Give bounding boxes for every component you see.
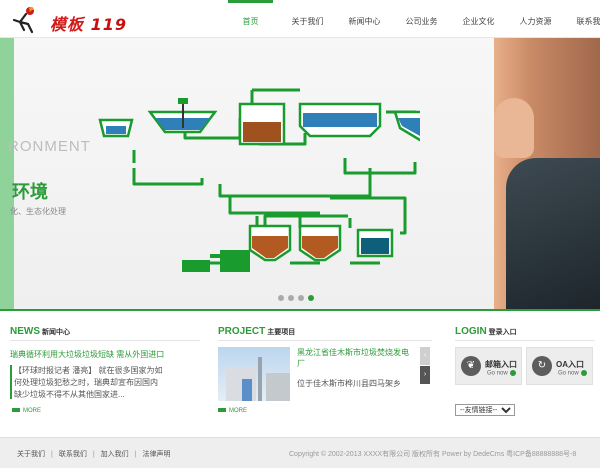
news-title-cn: 新闻中心: [42, 329, 70, 336]
news-summary: 【环球时报记者 潘亮】 就在很多国家为如何处理垃圾犯愁之时，瑞典却宣布因国内缺少…: [10, 365, 163, 399]
go-arrow-icon: [509, 370, 516, 376]
project-more-label: MORE: [229, 408, 247, 414]
nav-culture[interactable]: 企业文化: [450, 0, 507, 38]
banner-divider: [0, 309, 600, 311]
project-thumbnail[interactable]: [218, 347, 290, 401]
site-footer: 关于我们 | 联系我们 | 加入我们 | 法律声明 Copyright © 2002-201…: [0, 437, 600, 468]
site-logo[interactable]: 模板 119: [10, 6, 126, 34]
banner-title: 环境: [12, 182, 48, 203]
news-title-en: NEWS: [10, 326, 40, 337]
project-section-title: PROJECT 主要项目: [218, 326, 295, 337]
slider-dot-4[interactable]: [308, 295, 314, 301]
project-description: 位于佳木斯市桦川县四马架乡: [297, 379, 401, 388]
login-underline: [455, 340, 595, 341]
more-arrow-icon: [12, 408, 20, 413]
project-prev-button[interactable]: ‹: [420, 347, 430, 365]
hero-banner[interactable]: RONMENT 环境 化、生态化处理: [0, 38, 600, 309]
project-scroller: ‹ ›: [420, 347, 430, 384]
footer-links: 关于我们 | 联系我们 | 加入我们 | 法律声明: [17, 451, 171, 458]
fire-runner-logo-icon: [12, 6, 34, 34]
slider-dot-2[interactable]: [288, 295, 294, 301]
more-arrow-icon: [218, 408, 226, 413]
news-more-label: MORE: [23, 408, 41, 414]
oa-login-label: OA入口: [556, 360, 584, 369]
oa-go-now: Go now: [558, 370, 587, 377]
footer-link-about[interactable]: 关于我们: [17, 451, 45, 458]
banner-subtitle: 化、生态化处理: [10, 207, 66, 216]
site-header: 模板 119 首页 关于我们 新闻中心 公司业务 企业文化 人力资源 联系我们: [0, 0, 600, 38]
banner-edge: [0, 38, 14, 309]
news-section-title: NEWS 新闻中心: [10, 326, 70, 337]
footer-link-contact[interactable]: 联系我们: [59, 451, 87, 458]
nav-news[interactable]: 新闻中心: [336, 0, 393, 38]
hand-shape: [494, 98, 534, 158]
project-name-link[interactable]: 黑龙江省佳木斯市垃圾焚烧发电厂: [297, 347, 415, 369]
slider-dots: [278, 295, 314, 301]
oa-login-button[interactable]: ↻ OA入口 Go now: [526, 347, 593, 385]
project-title-cn: 主要项目: [267, 329, 296, 336]
nav-home[interactable]: 首页: [222, 0, 279, 38]
water-treatment-diagram-illustration: [98, 88, 420, 272]
banner-person-photo: [494, 38, 600, 309]
nav-contact[interactable]: 联系我们: [564, 0, 600, 38]
nav-hr[interactable]: 人力资源: [507, 0, 564, 38]
friend-links-select[interactable]: --友情链接--: [455, 404, 515, 416]
project-underline: [218, 340, 432, 341]
nav-about[interactable]: 关于我们: [279, 0, 336, 38]
refresh-icon: ↻: [532, 356, 552, 376]
news-more-link[interactable]: MORE: [12, 408, 41, 414]
footer-link-legal[interactable]: 法律声明: [142, 451, 170, 458]
login-section-title: LOGIN 登录入口: [455, 326, 517, 337]
banner-english-text: RONMENT: [8, 138, 91, 155]
go-arrow-icon: [580, 370, 587, 376]
footer-copyright: Copyright © 2002-2013 XXXX有限公司 版权所有 Powe…: [289, 451, 577, 458]
news-underline: [10, 340, 200, 341]
leaf-icon: ❦: [461, 356, 481, 376]
login-title-cn: 登录入口: [488, 329, 517, 336]
project-title-en: PROJECT: [218, 326, 266, 337]
mail-go-now: Go now: [487, 370, 516, 377]
slider-dot-3[interactable]: [298, 295, 304, 301]
logo-name: 模板: [50, 15, 85, 34]
login-title-en: LOGIN: [455, 326, 487, 337]
main-nav: 首页 关于我们 新闻中心 公司业务 企业文化 人力资源 联系我们: [222, 0, 600, 38]
slider-dot-1[interactable]: [278, 295, 284, 301]
shirt-shape: [506, 158, 600, 309]
logo-number: 119: [90, 15, 127, 34]
project-next-button[interactable]: ›: [420, 366, 430, 384]
footer-link-join[interactable]: 加入我们: [101, 451, 129, 458]
logo-text: 模板 119: [50, 11, 127, 35]
nav-business[interactable]: 公司业务: [393, 0, 450, 38]
news-headline-link[interactable]: 瑞典循环利用大垃圾垃圾短缺 需从外国进口: [10, 349, 164, 360]
mail-login-label: 邮箱入口: [485, 360, 517, 369]
project-more-link[interactable]: MORE: [218, 408, 247, 414]
mail-login-button[interactable]: ❦ 邮箱入口 Go now: [455, 347, 522, 385]
